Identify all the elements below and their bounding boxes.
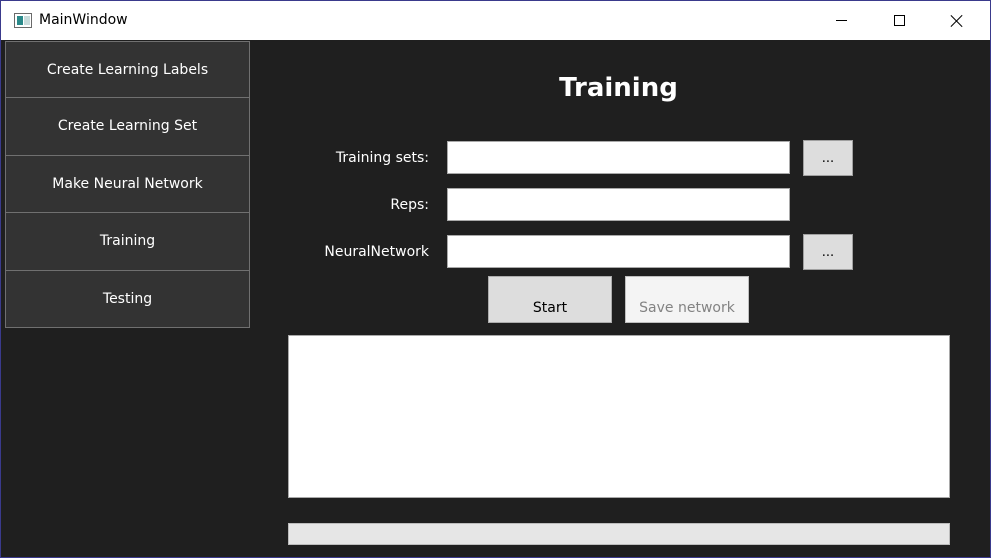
minimize-icon [835, 20, 847, 21]
main-window: MainWindow Create Learning Labels Create… [0, 0, 991, 558]
training-progress-bar [288, 523, 950, 545]
nav-testing[interactable]: Testing [5, 270, 250, 328]
nav-training[interactable]: Training [5, 213, 250, 271]
neural-network-input[interactable] [447, 235, 790, 268]
browse-neural-network-button[interactable]: ... [803, 234, 853, 270]
save-network-button[interactable]: Save network [625, 276, 749, 323]
reps-input[interactable] [447, 188, 790, 221]
reps-label: Reps: [390, 197, 429, 213]
neural-network-label: NeuralNetwork [324, 244, 429, 260]
maximize-button[interactable] [870, 1, 928, 40]
training-log-output[interactable] [288, 335, 950, 498]
nav-make-neural-network[interactable]: Make Neural Network [5, 155, 250, 213]
title-bar[interactable]: MainWindow [1, 1, 990, 40]
start-button[interactable]: Start [488, 276, 612, 323]
page-title: Training [559, 73, 678, 103]
training-sets-label: Training sets: [335, 150, 429, 166]
training-sets-input[interactable] [447, 141, 790, 174]
nav-create-learning-set[interactable]: Create Learning Set [5, 98, 250, 156]
browse-training-sets-button[interactable]: ... [803, 140, 853, 176]
maximize-icon [893, 15, 905, 26]
close-icon [950, 14, 964, 28]
minimize-button[interactable] [812, 1, 870, 40]
nav-create-learning-labels[interactable]: Create Learning Labels [5, 41, 250, 98]
close-button[interactable] [928, 1, 986, 40]
app-window-icon [14, 13, 32, 28]
sidebar-nav: Create Learning Labels Create Learning S… [5, 41, 250, 328]
window-title: MainWindow [39, 12, 128, 28]
